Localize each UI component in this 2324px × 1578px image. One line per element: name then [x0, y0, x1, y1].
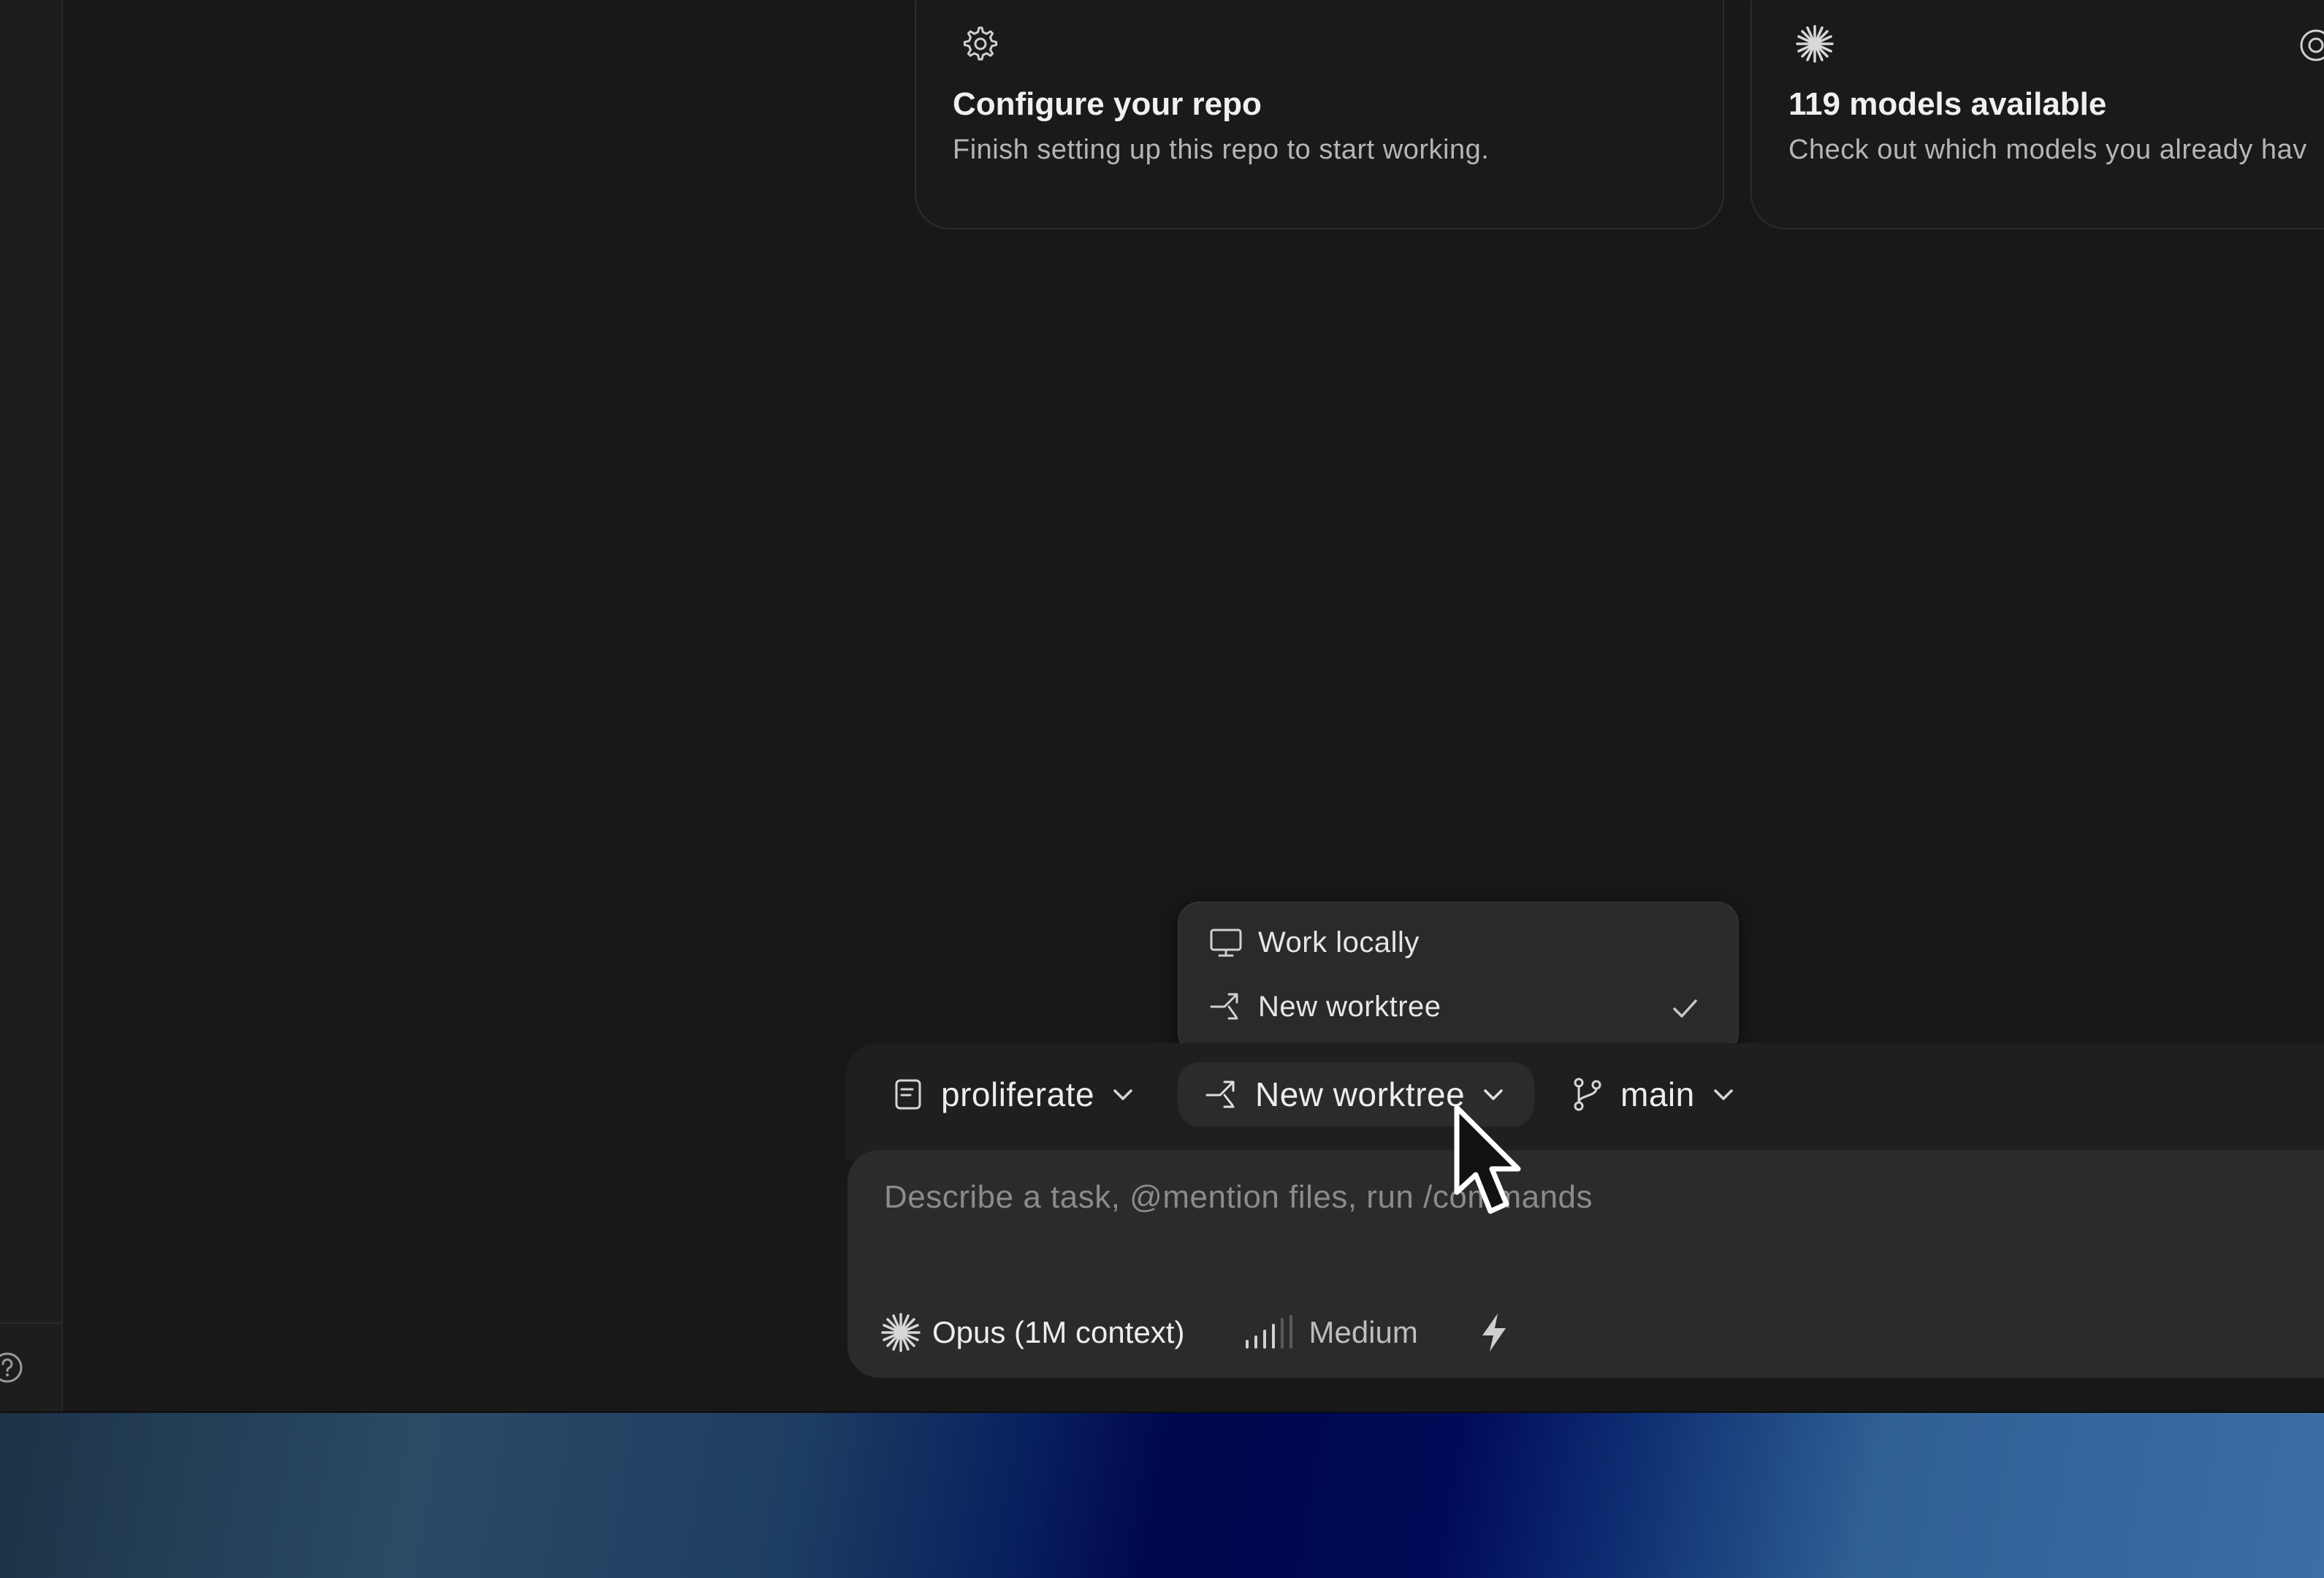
model-selector[interactable]: Opus (1M context)	[880, 1311, 1184, 1354]
worktree-label: New worktree	[1255, 1075, 1466, 1113]
branch-selector-button[interactable]: main	[1568, 1062, 1737, 1127]
desktop-wallpaper	[0, 1413, 2324, 1578]
task-input-box[interactable]: Describe a task, @mention files, run /co…	[847, 1150, 2324, 1378]
repo-selector-button[interactable]: proliferate	[888, 1062, 1137, 1127]
repo-name: proliferate	[941, 1075, 1095, 1113]
secondary-icon	[2300, 29, 2324, 61]
checkmark-icon	[1673, 999, 1697, 1018]
branch-name: main	[1620, 1075, 1695, 1113]
effort-level: Medium	[1308, 1315, 1418, 1349]
workspace-dropdown-menu: Work locally New worktree	[1178, 902, 1739, 1055]
effort-selector[interactable]: Medium	[1243, 1314, 1418, 1352]
models-available-card[interactable]: 119 models available Check out which mod…	[1750, 0, 2324, 229]
card-title: Configure your repo	[953, 86, 1262, 122]
git-branch-icon	[1574, 1078, 1601, 1111]
menu-item-new-worktree[interactable]: New worktree	[1197, 976, 1720, 1037]
worktree-icon	[1210, 993, 1238, 1020]
gear-icon	[963, 26, 998, 61]
lightning-icon[interactable]	[1474, 1311, 1515, 1354]
sidebar	[0, 0, 63, 1413]
app-window: Configure your repo Finish setting up th…	[0, 0, 2324, 1413]
help-icon[interactable]	[0, 1350, 25, 1385]
menu-item-label: Work locally	[1258, 926, 1420, 958]
sidebar-divider	[0, 1322, 61, 1324]
menu-item-label: New worktree	[1258, 990, 1441, 1023]
asterisk-icon	[881, 1313, 921, 1352]
worktree-icon	[1205, 1080, 1235, 1108]
asterisk-icon	[1796, 25, 1834, 63]
chevron-down-icon	[1713, 1089, 1733, 1100]
monitor-icon	[1210, 929, 1242, 957]
card-title: 119 models available	[1788, 86, 2107, 122]
card-description: Finish setting up this repo to start wor…	[953, 134, 1490, 165]
chevron-down-icon	[1113, 1089, 1132, 1100]
menu-item-work-locally[interactable]: Work locally	[1197, 912, 1720, 973]
composer-options-row: Opus (1M context) Medium	[880, 1303, 1515, 1362]
configure-repo-card[interactable]: Configure your repo Finish setting up th…	[915, 0, 1724, 229]
mouse-cursor-icon	[1454, 1105, 1521, 1214]
signal-bars-icon	[1246, 1315, 1293, 1349]
card-description: Check out which models you already hav	[1788, 134, 2307, 165]
repo-icon	[895, 1079, 921, 1110]
model-name: Opus (1M context)	[932, 1315, 1185, 1349]
